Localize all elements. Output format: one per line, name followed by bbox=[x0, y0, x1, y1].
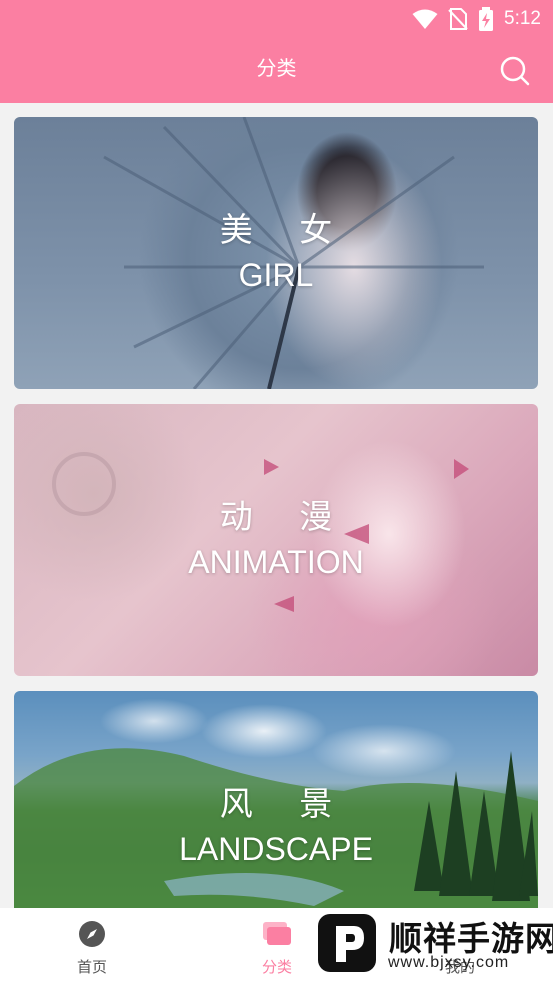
category-image-girl bbox=[14, 117, 538, 389]
nav-label-home: 首页 bbox=[76, 958, 107, 976]
category-title-cn: 风 景 bbox=[219, 784, 351, 823]
category-cards-icon bbox=[263, 922, 291, 945]
compass-icon bbox=[79, 921, 105, 947]
search-icon[interactable] bbox=[499, 55, 531, 87]
watermark-text-en: www.bjxsy.com bbox=[388, 954, 510, 971]
category-card-landscape[interactable]: 风 景 LANDSCAPE bbox=[14, 691, 538, 921]
watermark-text-cn: 顺祥手游网 bbox=[389, 919, 553, 958]
app-header: 5:12 分类 bbox=[0, 0, 553, 103]
category-card-girl[interactable]: 美 女 GIRL bbox=[14, 117, 538, 389]
category-card-animation[interactable]: 动 漫 ANIMATION bbox=[14, 404, 538, 676]
battery-charging-icon bbox=[479, 7, 494, 31]
status-time: 5:12 bbox=[504, 8, 541, 29]
status-bar: 5:12 bbox=[0, 0, 553, 38]
category-image-animation bbox=[14, 404, 538, 676]
category-title-en: GIRL bbox=[238, 257, 314, 293]
watermark: 顺祥手游网 www.bjxsy.com bbox=[316, 906, 553, 980]
nav-tab-home[interactable]: 首页 bbox=[32, 908, 152, 983]
category-title-en: LANDSCAPE bbox=[179, 831, 373, 867]
watermark-logo bbox=[318, 914, 376, 972]
status-icons: 5:12 bbox=[412, 6, 541, 32]
page-title: 分类 bbox=[256, 56, 297, 80]
no-sim-icon bbox=[448, 8, 468, 30]
category-title-cn: 动 漫 bbox=[219, 497, 351, 536]
wifi-icon bbox=[412, 9, 438, 29]
category-title-cn: 美 女 bbox=[219, 210, 351, 249]
category-title-en: ANIMATION bbox=[188, 544, 364, 580]
